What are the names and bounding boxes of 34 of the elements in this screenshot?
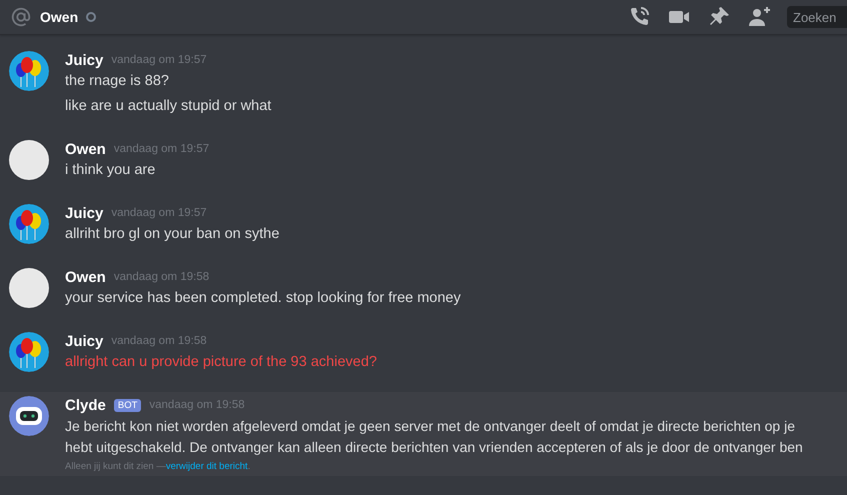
message-text: the rnage is 88?: [65, 72, 170, 91]
add-friend-icon[interactable]: [747, 5, 773, 29]
timestamp: vandaag om 19:58: [111, 335, 207, 347]
message-text: Je bericht kon niet worden afgeleverd omdat je geen server met de ontvanger deelt of omdat je directe berichten op je: [65, 417, 796, 436]
timestamp: vandaag om 19:58: [114, 271, 210, 283]
message-text: allriht bro gl on your ban on sythe: [65, 225, 280, 244]
balloons-avatar-icon: [9, 51, 49, 91]
message-text: allright can u provide picture of the 93 achieved?: [65, 353, 377, 372]
robot-avatar-icon: [9, 396, 49, 436]
author-name[interactable]: Juicy: [65, 52, 104, 68]
channel-title: Owen: [40, 9, 78, 25]
ephemeral-note: Alleen jij kunt dit zien —: [65, 461, 166, 472]
delete-message-link[interactable]: verwijder dit bericht: [166, 461, 248, 472]
message-text: like are u actually stupid or what: [65, 97, 272, 116]
message-text: hebt uitgeschakeld. De ontvanger kan alleen directe berichten van vrienden accepteren of als je door de ontvanger ben: [65, 438, 803, 457]
author-name[interactable]: Owen: [65, 140, 106, 158]
author-name[interactable]: Clyde: [65, 396, 106, 414]
message-text: your service has been completed. stop looking for free money: [65, 289, 461, 308]
timestamp: vandaag om 19:57: [111, 54, 207, 66]
balloons-avatar-icon: [9, 332, 49, 372]
at-sign-icon: [10, 6, 32, 28]
photo-placeholder: [9, 140, 49, 180]
search-field[interactable]: Zoeken: [787, 6, 847, 28]
author-name[interactable]: Juicy: [65, 332, 104, 350]
photo-placeholder: [9, 268, 49, 308]
bot-tag: BOT: [114, 398, 142, 412]
timestamp: vandaag om 19:57: [111, 207, 207, 219]
timestamp: vandaag om 19:58: [149, 399, 245, 411]
timestamp: vandaag om 19:57: [114, 143, 210, 155]
balloons-avatar-icon: [9, 204, 49, 244]
author-name[interactable]: Owen: [65, 268, 106, 286]
author-name[interactable]: Juicy: [65, 204, 104, 222]
message-text: i think you are: [65, 161, 156, 180]
note-period: .: [248, 461, 250, 472]
